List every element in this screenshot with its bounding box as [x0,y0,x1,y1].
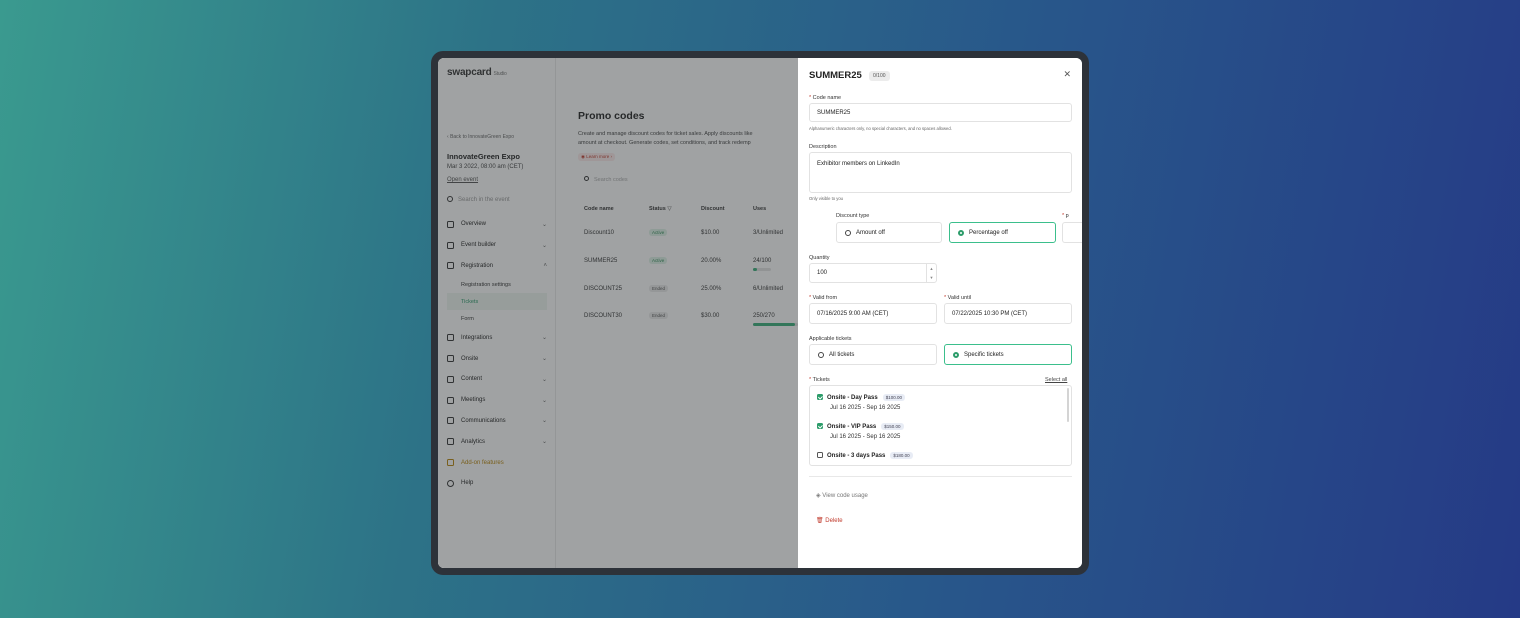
valid-until-label: * Valid until [944,295,972,301]
valid-from-input[interactable]: 07/16/2025 9:00 AM (CET) [809,303,937,324]
radio-selected-icon [953,351,959,358]
quantity-value: 100 [817,270,828,276]
app-screen: swapcard Studio ‹ Back to InnovateGreen E… [438,58,1082,568]
delete-button[interactable]: 🗑 Delete [816,517,843,524]
checkbox-checked-icon[interactable] [817,423,823,429]
description-hint: Only visible to you [809,196,843,201]
percentage-off-option[interactable]: Percentage off [949,222,1056,243]
tickets-scrollbar[interactable] [1067,388,1069,422]
ticket-name: Onsite - 3 days Pass [827,453,886,459]
promo-code-drawer: SUMMER25 0/100 ✕ * Code name SUMMER25 Al… [798,58,1082,568]
ticket-dates: Jul 16 2025 - Sep 16 2025 [830,434,901,440]
ticket-option[interactable]: Onsite - Day Pass $100.00 Jul 16 2025 - S… [817,394,905,411]
amount-off-option[interactable]: Amount off [836,222,942,243]
quantity-label: Quantity [809,255,830,261]
all-tickets-option[interactable]: All tickets [809,344,937,365]
code-name-hint: Alphanumeric characters only, no special… [809,126,952,131]
specific-tickets-label: Specific tickets [964,351,1004,358]
usage-count-badge: 0/100 [869,71,890,81]
ticket-option[interactable]: Onsite - VIP Pass $150.00 Jul 16 2025 - S… [817,423,904,440]
view-code-usage-label: View code usage [822,493,868,499]
trash-icon: 🗑 [816,518,824,524]
code-name-label: * Code name [809,95,842,101]
ticket-name: Onsite - VIP Pass [827,424,877,430]
view-code-usage-button[interactable]: ◈ View code usage [816,492,868,499]
drawer-title: SUMMER25 [809,70,862,81]
chevron-up-icon[interactable]: ▲ [930,266,934,271]
radio-icon [845,229,851,236]
valid-from-label-text: Valid from [812,295,838,301]
code-name-label-text: Code name [812,95,842,101]
chevron-down-icon[interactable]: ▼ [930,275,934,280]
radio-icon [818,351,824,358]
layers-icon: ◈ [816,493,821,499]
checkbox-unchecked-icon[interactable] [817,452,823,458]
valid-until-label-text: Valid until [947,295,972,301]
discount-type-label: Discount type [836,213,870,219]
ticket-dates: Jul 16 2025 - Sep 16 2025 [830,405,901,411]
radio-selected-icon [958,229,964,236]
valid-from-label: * Valid from [809,295,838,301]
device-frame: swapcard Studio ‹ Back to InnovateGreen E… [431,51,1089,575]
ticket-option[interactable]: Onsite - 3 days Pass $180.00 [817,452,913,459]
close-icon[interactable]: ✕ [1063,69,1071,80]
delete-label: Delete [825,518,843,524]
tickets-list: Onsite - Day Pass $100.00 Jul 16 2025 - S… [809,385,1072,466]
description-textarea[interactable]: Exhibitor members on LinkedIn [809,152,1072,193]
select-all-link[interactable]: Select all [1045,377,1067,383]
description-label: Description [809,144,837,150]
ticket-price-badge: $150.00 [881,423,904,430]
percentage-off-label: Percentage off [969,229,1008,236]
stepper-arrows[interactable]: ▲ ▼ [926,264,936,282]
ticket-price-badge: $100.00 [882,394,905,401]
checkbox-checked-icon[interactable] [817,394,823,400]
percentage-label-truncated: * p [1062,213,1069,219]
code-name-input[interactable]: SUMMER25 [809,103,1072,122]
percentage-input-truncated[interactable] [1062,222,1082,243]
tickets-label-text: Tickets [812,377,830,383]
quantity-stepper[interactable]: 100 ▲ ▼ [809,263,937,283]
tickets-label: * Tickets [809,377,830,383]
specific-tickets-option[interactable]: Specific tickets [944,344,1072,365]
all-tickets-label: All tickets [829,351,855,358]
amount-off-label: Amount off [856,229,885,236]
divider [809,476,1072,477]
modal-backdrop[interactable] [438,58,798,568]
ticket-name: Onsite - Day Pass [827,395,878,401]
applicable-tickets-label: Applicable tickets [809,336,852,342]
valid-until-input[interactable]: 07/22/2025 10:30 PM (CET) [944,303,1072,324]
ticket-price-badge: $180.00 [890,452,913,459]
